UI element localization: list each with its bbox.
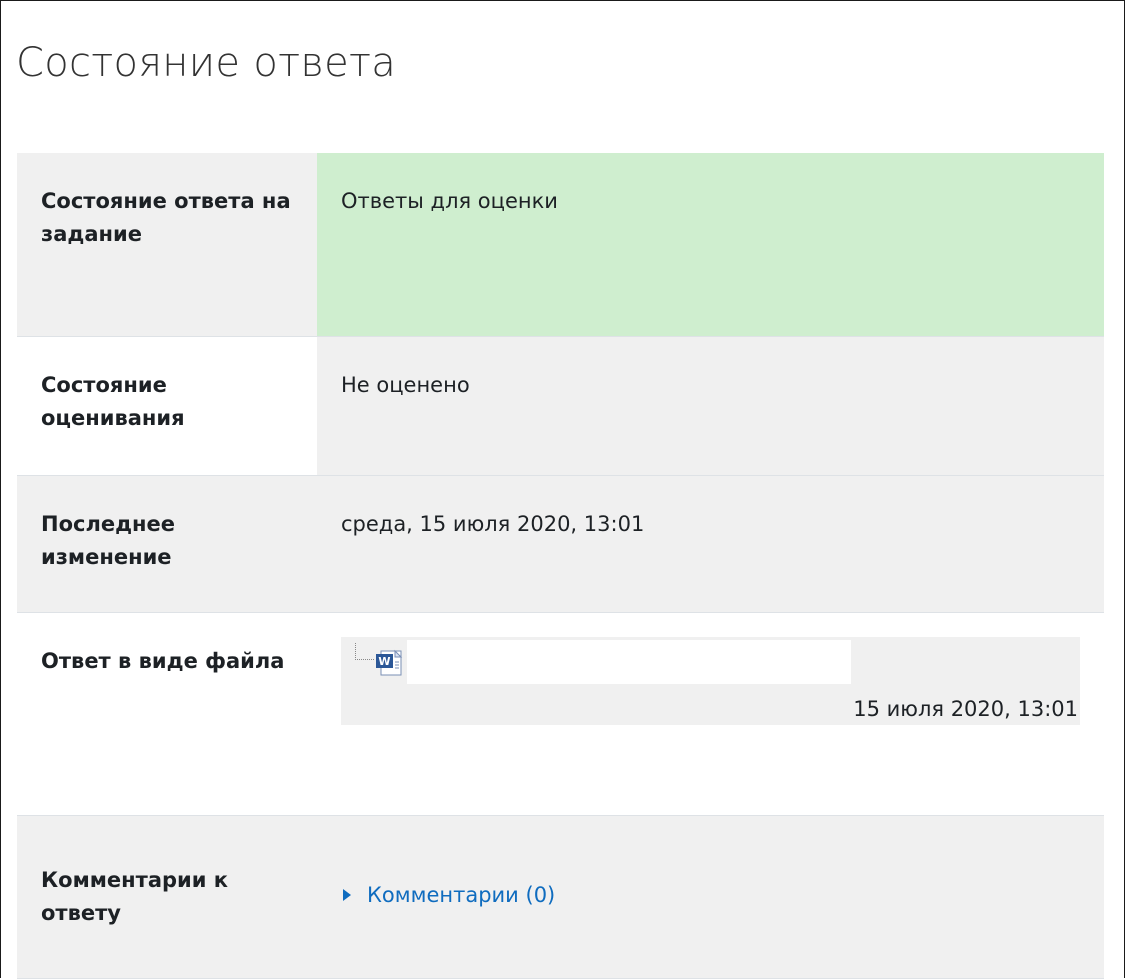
- word-document-icon[interactable]: W: [375, 647, 405, 677]
- tree-connector: [355, 642, 374, 660]
- table-row: Последнее изменение среда, 15 июля 2020,…: [17, 475, 1104, 613]
- triangle-right-icon[interactable]: [341, 888, 353, 902]
- file-submission-cell: W 15 июля 2020, 13:01: [317, 612, 1104, 816]
- row-label-grading-status: Состояние оценивания: [17, 336, 317, 476]
- comments-link[interactable]: Комментарии (0): [367, 879, 555, 912]
- file-name-link[interactable]: [407, 639, 851, 684]
- table-row: Состояние ответа на задание Ответы для о…: [17, 153, 1104, 337]
- table-row: Ответ в виде файла W 15 июля 2020, 13:01: [17, 612, 1104, 816]
- row-label-submission-status: Состояние ответа на задание: [17, 153, 317, 337]
- row-label-last-modified: Последнее изменение: [17, 475, 317, 613]
- last-modified-value: среда, 15 июля 2020, 13:01: [317, 475, 1104, 613]
- page-title: Состояние ответа: [16, 40, 397, 86]
- table-row: Состояние оценивания Не оценено: [17, 336, 1104, 476]
- submission-status-table: Состояние ответа на задание Ответы для о…: [17, 153, 1104, 979]
- submission-status-value: Ответы для оценки: [317, 153, 1104, 337]
- table-row: Комментарии к ответу Комментарии (0): [17, 815, 1104, 979]
- row-label-submission-comments: Комментарии к ответу: [17, 815, 317, 979]
- submission-comments-cell: Комментарии (0): [317, 815, 1104, 979]
- file-upload-date: 15 июля 2020, 13:01: [853, 696, 1078, 721]
- svg-text:W: W: [378, 655, 390, 668]
- grading-status-value: Не оценено: [317, 336, 1104, 476]
- row-label-file-submission: Ответ в виде файла: [17, 612, 317, 816]
- comments-toggle[interactable]: Комментарии (0): [341, 879, 1080, 912]
- file-tree: W 15 июля 2020, 13:01: [341, 636, 1080, 725]
